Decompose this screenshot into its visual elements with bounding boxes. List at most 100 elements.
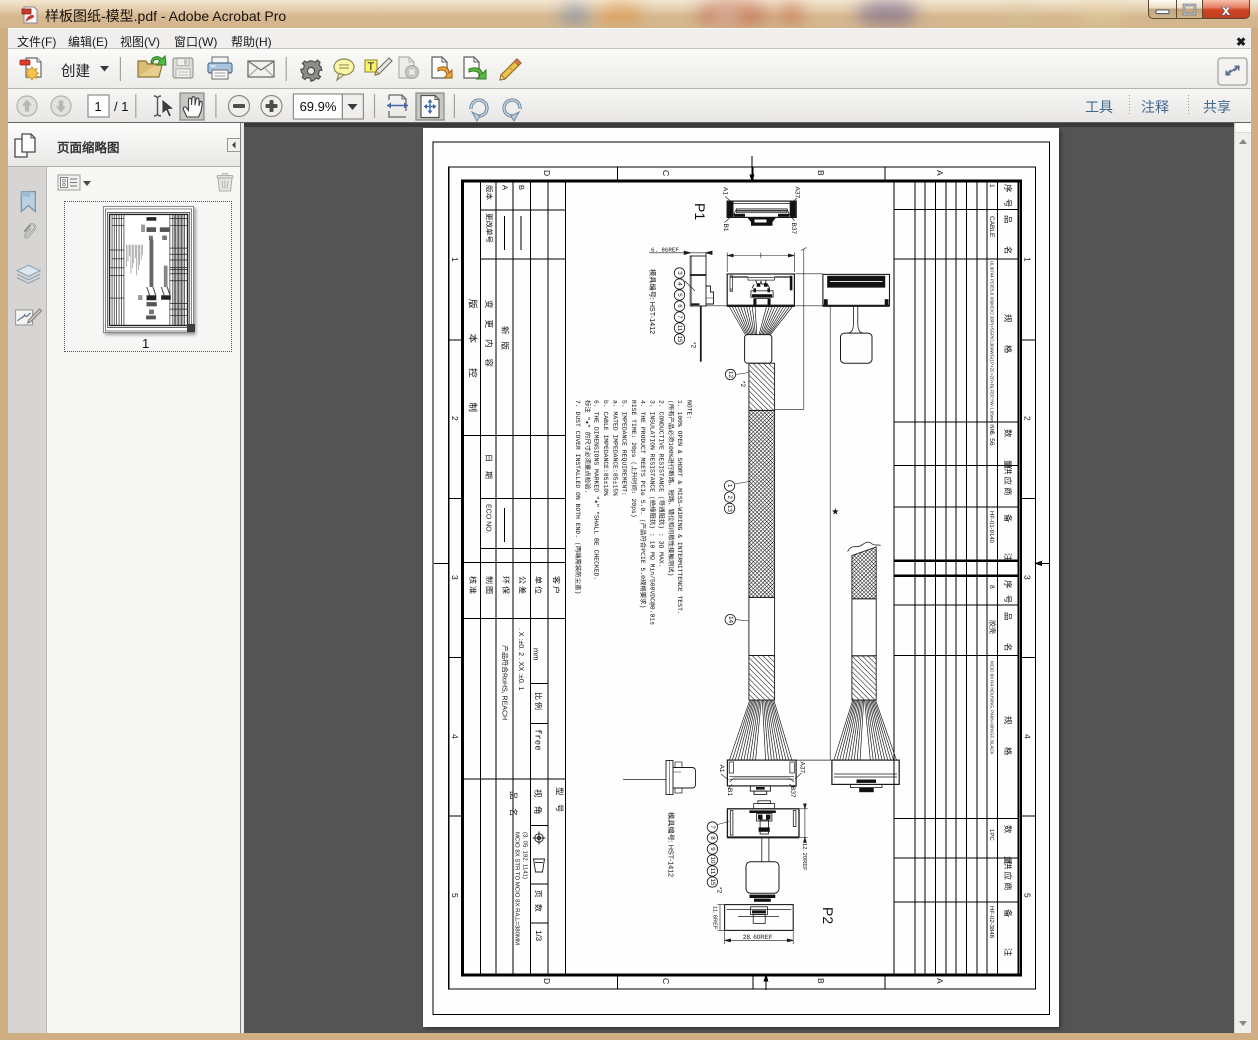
svg-text:1: 1 xyxy=(1023,257,1033,262)
svg-text:2: 2 xyxy=(726,495,733,499)
svg-text:★: ★ xyxy=(831,507,839,517)
svg-text:3: 3 xyxy=(676,271,683,275)
svg-text:A: A xyxy=(501,185,510,190)
svg-text:b. CABLE IMPEDANCE:85±10%: b. CABLE IMPEDANCE:85±10% xyxy=(602,400,609,496)
svg-text:free: free xyxy=(533,729,543,751)
svg-text:环保: 环保 xyxy=(501,576,510,596)
svg-text:x: x xyxy=(1222,3,1230,19)
svg-text:(所有产品必须100%进行断路、短路、错位和间歇性接触测试): (所有产品必须100%进行断路、短路、错位和间歇性接触测试) xyxy=(667,400,675,576)
svg-text:模具编号: HST-1412: 模具编号: HST-1412 xyxy=(667,812,676,877)
svg-text:页 数: 页 数 xyxy=(534,890,543,914)
svg-text:6: 6 xyxy=(676,304,683,308)
svg-text:品 名: 品 名 xyxy=(1003,612,1013,661)
svg-text:胶壳: 胶壳 xyxy=(988,620,996,634)
svg-text:A1: A1 xyxy=(718,765,725,773)
svg-text:ECO NO.: ECO NO. xyxy=(485,504,492,534)
svg-text:1/3: 1/3 xyxy=(534,930,543,942)
svg-text:规 格: 规 格 xyxy=(1003,716,1013,765)
svg-text:6. THE DIMENSIONS MARKED "★" ": 6. THE DIMENSIONS MARKED "★" "SHALL BE C… xyxy=(593,400,600,580)
svg-text:1. 100% OPEN & SHORT & MISS-WI: 1. 100% OPEN & SHORT & MISS-WIRING & INT… xyxy=(676,400,683,615)
svg-text:制图: 制图 xyxy=(484,576,493,596)
svg-text:3: 3 xyxy=(450,575,460,580)
svg-text:品 名: 品 名 xyxy=(1003,215,1013,264)
svg-text:13: 13 xyxy=(726,505,733,512)
svg-text:核准: 核准 xyxy=(468,576,477,596)
svg-text:7. DUST COVER INSTALLED ON BOT: 7. DUST COVER INSTALLED ON BOTH END. (两端… xyxy=(574,400,582,594)
svg-text:B37: B37 xyxy=(789,786,796,798)
svg-text:1: 1 xyxy=(988,184,995,188)
svg-text:ULI0744 PCIE5.0 X8(MCIO 38P)+S: ULI0744 PCIE5.0 X8(MCIO 38P)+SGPIO,30AWG… xyxy=(989,261,994,434)
svg-text:视 角: 视 角 xyxy=(533,789,543,817)
svg-text:供应商: 供应商 xyxy=(1003,861,1013,893)
svg-text:15: 15 xyxy=(676,336,683,343)
svg-text:12: 12 xyxy=(727,371,734,378)
svg-text:B: B xyxy=(517,185,526,190)
svg-text:标注 "★" 的尺寸必须重点检验.: 标注 "★" 的尺寸必须重点检验. xyxy=(583,400,591,493)
svg-text:4: 4 xyxy=(450,734,460,739)
svg-text:NOTE:: NOTE: xyxy=(686,400,693,419)
svg-text:CABLE: CABLE xyxy=(988,216,995,238)
svg-text:B: B xyxy=(816,170,826,176)
svg-text:A: A xyxy=(935,170,945,176)
svg-text:*2: *2 xyxy=(739,381,746,388)
svg-text:客户: 客户 xyxy=(552,576,561,596)
svg-text:. X :±0. 2 . XX :±0. 1: . X :±0. 2 . XX :±0. 1 xyxy=(517,628,524,691)
svg-text:2: 2 xyxy=(1023,416,1033,421)
svg-text:mm: mm xyxy=(532,648,541,661)
svg-text:T: T xyxy=(368,61,375,73)
svg-text:更改单号: 更改单号 xyxy=(485,213,494,243)
svg-text:7: 7 xyxy=(709,825,716,829)
svg-text:D: D xyxy=(542,170,552,176)
svg-text:2: 2 xyxy=(450,416,460,421)
svg-text:3. INSULATION RESISTANCE (绝缘阻抗: 3. INSULATION RESISTANCE (绝缘阻抗) : 10 MΩ … xyxy=(648,400,656,625)
svg-text:D: D xyxy=(542,978,552,984)
svg-text:C: C xyxy=(661,170,671,176)
svg-text:A: A xyxy=(935,978,945,984)
svg-text:B1: B1 xyxy=(722,224,729,232)
svg-text:备 注: 备 注 xyxy=(1003,514,1013,575)
svg-text:5: 5 xyxy=(1023,893,1033,898)
svg-text:5: 5 xyxy=(676,293,683,297)
svg-text:10: 10 xyxy=(709,857,716,864)
svg-text:7: 7 xyxy=(676,315,683,319)
svg-text:4: 4 xyxy=(676,282,683,286)
svg-text:*2: *2 xyxy=(690,342,697,349)
svg-text:1: 1 xyxy=(726,484,733,488)
svg-text:1: 1 xyxy=(450,257,460,262)
svg-text:12. 20REF: 12. 20REF xyxy=(801,843,808,871)
svg-text:序 号: 序 号 xyxy=(1003,184,1013,209)
svg-text:产品符合RoHS, REACH: 产品符合RoHS, REACH xyxy=(501,645,509,720)
svg-text:HF-02-3848: HF-02-3848 xyxy=(988,906,995,939)
svg-text:型 号: 型 号 xyxy=(555,787,565,815)
svg-text:新版: 新版 xyxy=(500,326,510,357)
svg-text:69.9%: 69.9% xyxy=(300,99,337,114)
svg-text:6. 86REF: 6. 86REF xyxy=(651,247,679,254)
svg-text:MCIO 8X STR TO MCIO 8X RA,L=38: MCIO 8X STR TO MCIO 8X RA,L=380MM xyxy=(514,832,521,945)
svg-text:2. CONDUCTIVE RESISTANCE (导通阻抗: 2. CONDUCTIVE RESISTANCE (导通阻抗) : 3Ω MAX… xyxy=(658,400,666,567)
svg-text:C: C xyxy=(661,978,671,984)
svg-text:11. 6REF: 11. 6REF xyxy=(712,906,718,930)
svg-text:15: 15 xyxy=(709,879,716,886)
svg-text:变更内容: 变更内容 xyxy=(484,300,494,378)
svg-text:11: 11 xyxy=(709,868,716,875)
svg-text:14: 14 xyxy=(727,616,734,623)
svg-text:日期: 日期 xyxy=(484,454,493,488)
svg-text:*2: *2 xyxy=(716,887,723,894)
svg-text:/ 1: / 1 xyxy=(114,99,128,114)
svg-text:备 注: 备 注 xyxy=(1003,909,1013,970)
svg-text:28. 60REF: 28. 60REF xyxy=(743,934,773,941)
svg-text:版本控制: 版本控制 xyxy=(467,299,478,437)
svg-text:品 名: 品 名 xyxy=(509,791,519,819)
svg-text:6. 56: 6. 56 xyxy=(988,431,995,446)
svg-text:8: 8 xyxy=(988,585,995,589)
svg-text:5: 5 xyxy=(450,893,460,898)
svg-text:规 格: 规 格 xyxy=(1003,314,1013,363)
svg-text:B: B xyxy=(816,978,826,984)
svg-text:单位: 单位 xyxy=(533,576,542,596)
svg-text:3: 3 xyxy=(1023,575,1033,580)
svg-text:P1: P1 xyxy=(692,203,708,220)
svg-text:P2: P2 xyxy=(820,907,836,924)
svg-text:4. THE PRODUCT MEETS PCIe 5.0.: 4. THE PRODUCT MEETS PCIe 5.0. (产品符合PCIE… xyxy=(639,400,647,608)
svg-text:RISE TIME: 20ps (上升时间: 20ps): RISE TIME: 20ps (上升时间: 20ps) xyxy=(630,400,638,518)
svg-text:B37: B37 xyxy=(790,223,797,235)
